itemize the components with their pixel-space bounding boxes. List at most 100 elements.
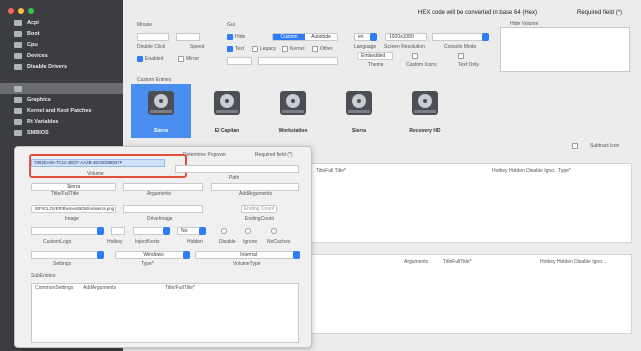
type-popup[interactable]: Windows bbox=[115, 251, 189, 259]
mouse-title: Mouse bbox=[137, 22, 153, 28]
drive-label: Recovery HD bbox=[409, 128, 441, 134]
double-click-label: Double Click bbox=[137, 44, 166, 50]
disable-radio[interactable] bbox=[221, 228, 227, 234]
arguments-field[interactable] bbox=[123, 183, 203, 191]
legacy-checkbox[interactable] bbox=[252, 46, 258, 52]
sidebar-item-selected[interactable] bbox=[0, 83, 123, 94]
console-mode-label: Console Mode bbox=[444, 44, 477, 50]
hide-volume-list[interactable] bbox=[500, 27, 630, 72]
type-chevron-icon[interactable] bbox=[183, 251, 190, 259]
text-checkbox[interactable] bbox=[227, 46, 233, 52]
custom-logo-field[interactable] bbox=[31, 227, 103, 235]
gui-wide-field[interactable] bbox=[258, 57, 338, 65]
resolution-label: Screen Resolution bbox=[384, 44, 425, 50]
path-field[interactable] bbox=[175, 165, 299, 173]
drive-entry[interactable]: El Capitan bbox=[197, 84, 257, 138]
sidebar-item-devices[interactable]: Devices bbox=[0, 50, 123, 61]
volume-type-chevron-icon[interactable] bbox=[293, 251, 300, 259]
add-arguments-label: AddArguments bbox=[239, 191, 273, 197]
volume-type-popup[interactable]: Internal bbox=[195, 251, 299, 259]
settings-label: Settings bbox=[53, 261, 72, 267]
sidebar-item-acpi[interactable]: Acpi bbox=[0, 17, 123, 28]
console-mode-field[interactable] bbox=[432, 33, 484, 41]
theme-popup[interactable]: Embedded bbox=[357, 52, 393, 60]
zoom-icon[interactable] bbox=[28, 8, 34, 14]
close-icon[interactable] bbox=[8, 8, 14, 14]
title-field[interactable]: Sierra bbox=[31, 183, 116, 191]
mirror-label: Mirror bbox=[186, 56, 200, 62]
hotkey-field[interactable] bbox=[111, 227, 125, 235]
hide-label: Hide bbox=[235, 34, 246, 40]
no-caches-radio[interactable] bbox=[271, 228, 277, 234]
custom-icons-label: Custom Icons bbox=[406, 62, 437, 68]
sidebar-item-boot[interactable]: Boot bbox=[0, 28, 123, 39]
ending-count-field[interactable]: Ending Count bbox=[241, 205, 277, 213]
sub-entries-label: SubEntries bbox=[31, 273, 56, 279]
hidden-chevron-icon[interactable] bbox=[199, 227, 206, 235]
path-label: Path bbox=[229, 175, 240, 181]
highlight-box bbox=[29, 154, 187, 178]
ending-count-label: EndingCount bbox=[245, 216, 274, 222]
hide-checkbox[interactable] bbox=[227, 34, 233, 40]
arguments-label: Arguments bbox=[147, 191, 172, 197]
text-only-checkbox[interactable] bbox=[458, 53, 464, 59]
minimize-icon[interactable] bbox=[18, 8, 24, 14]
gui-mode-segmented[interactable]: Custom Autohide bbox=[272, 33, 338, 41]
drive-entry[interactable]: Sierra bbox=[329, 84, 389, 138]
inject-kexts-chevron-icon[interactable] bbox=[163, 227, 170, 235]
custom-logo-label: CustomLogo bbox=[43, 239, 72, 245]
drive-entry[interactable]: Workstation bbox=[263, 84, 323, 138]
text-only-label: Text Only bbox=[458, 62, 479, 68]
sidebar-item-kernel-patches[interactable]: Kernel and Kext Patches bbox=[0, 105, 123, 116]
title-fulltitle-label: Title/FullTitle bbox=[51, 191, 79, 197]
drive-entry[interactable]: Sierra bbox=[131, 84, 191, 138]
hard-drive-icon bbox=[280, 91, 306, 115]
sub-col-add-arguments: AddArguments bbox=[83, 285, 117, 291]
sub-col-title: Title/FullTitle* bbox=[165, 285, 195, 291]
app-window: Acpi Boot Cpu Devices Disable Drivers Gr… bbox=[0, 0, 641, 351]
sidebar-item-rt-variables[interactable]: Rt Variables bbox=[0, 116, 123, 127]
volume-type-label: VolumeType bbox=[233, 261, 261, 267]
drive-image-field[interactable] bbox=[123, 205, 203, 213]
console-mode-chevron-icon[interactable] bbox=[482, 33, 489, 41]
settings-field[interactable] bbox=[31, 251, 103, 259]
kernel-label: Kernel bbox=[290, 46, 305, 52]
speed-field[interactable] bbox=[176, 33, 200, 41]
seg-custom[interactable]: Custom bbox=[273, 34, 305, 40]
sidebar-item-graphics[interactable]: Graphics bbox=[0, 94, 123, 105]
sidebar-item-label: Graphics bbox=[27, 96, 51, 103]
seg-autohide[interactable]: Autohide bbox=[305, 34, 337, 40]
sidebar-item-smbios[interactable]: SMBIOS bbox=[0, 127, 123, 138]
image-path-field[interactable]: \EFI\CLOVER\themes\BGM\os\sierra.png bbox=[31, 205, 116, 213]
section-icon bbox=[14, 52, 22, 59]
gui-small-field[interactable] bbox=[227, 57, 252, 65]
sidebar-item-label: Cpu bbox=[27, 41, 38, 48]
double-click-field[interactable] bbox=[137, 33, 169, 41]
custom-logo-chevron-icon[interactable] bbox=[97, 227, 104, 235]
ignore-radio[interactable] bbox=[245, 228, 251, 234]
sidebar-item-cpu[interactable]: Cpu bbox=[0, 39, 123, 50]
enabled-checkbox[interactable] bbox=[137, 56, 143, 62]
resolution-popup[interactable]: 1920x1080 bbox=[385, 33, 427, 41]
section-icon bbox=[14, 96, 22, 103]
settings-chevron-icon[interactable] bbox=[97, 251, 104, 259]
required-note: Required field (*) bbox=[577, 10, 623, 16]
hidden-label: Hidden bbox=[187, 239, 203, 245]
theme-label: Theme bbox=[368, 62, 384, 68]
sidebar-item-label: SMBIOS bbox=[27, 129, 49, 136]
sidebar-item-disable-drivers[interactable]: Disable Drivers bbox=[0, 61, 123, 72]
add-arguments-field[interactable] bbox=[211, 183, 299, 191]
custom-icons-checkbox[interactable] bbox=[412, 53, 418, 59]
table2-columns: Hotkey Hidden Disable Igno... bbox=[540, 259, 607, 265]
hard-drive-icon bbox=[148, 91, 174, 115]
subtract-icon-checkbox[interactable] bbox=[572, 143, 578, 149]
kernel-checkbox[interactable] bbox=[282, 46, 288, 52]
section-icon bbox=[14, 85, 22, 92]
language-chevron-icon[interactable] bbox=[370, 33, 377, 41]
entries-table[interactable] bbox=[310, 163, 632, 243]
section-icon bbox=[14, 41, 22, 48]
disable-label: Disable bbox=[219, 239, 236, 245]
drive-entry[interactable]: Recovery HD bbox=[395, 84, 455, 138]
other-checkbox[interactable] bbox=[312, 46, 318, 52]
mirror-checkbox[interactable] bbox=[178, 56, 184, 62]
